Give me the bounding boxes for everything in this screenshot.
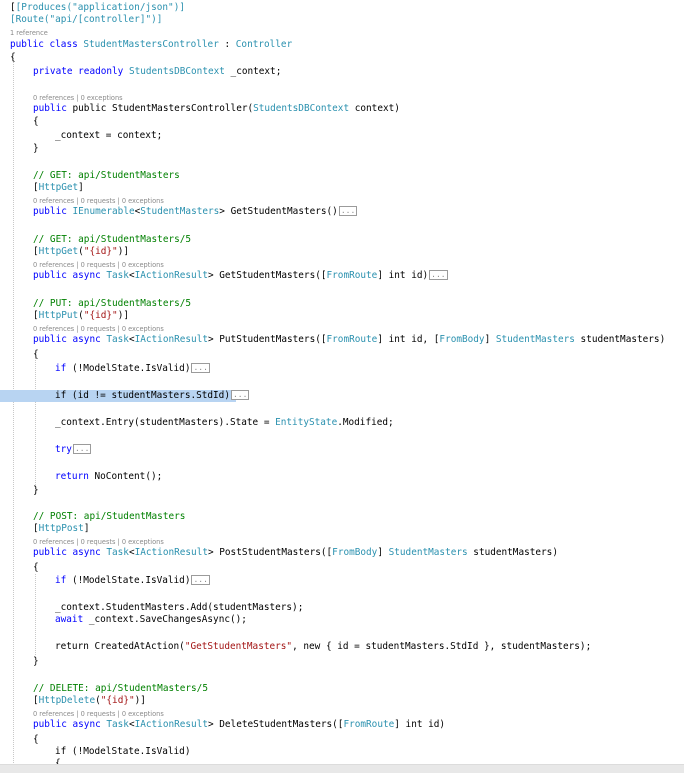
indent-guide xyxy=(13,58,14,765)
indent-guide xyxy=(35,574,36,655)
collapsed-region-button[interactable]: ... xyxy=(191,363,210,373)
route-attribute: [Route("api/[controller]")] xyxy=(10,14,163,25)
collapsed-region-button[interactable]: ... xyxy=(338,206,358,216)
collapsed-region-button[interactable]: ... xyxy=(230,390,250,400)
code-line: _context.Entry(studentMasters).State = E… xyxy=(55,417,394,428)
brace: { xyxy=(33,562,39,573)
produces-attribute: [Produces("application/json")] xyxy=(15,2,185,13)
codelens-references[interactable]: 1 reference xyxy=(10,29,48,37)
attribute: [HttpPost] xyxy=(33,523,90,534)
code-line: if (!ModelState.IsValid)... xyxy=(55,363,210,374)
comment: // GET: api/StudentMasters/5 xyxy=(33,234,192,245)
brace: { xyxy=(10,52,16,63)
brace: { xyxy=(33,349,39,360)
method-declaration: public IEnumerable<StudentMasters> GetSt… xyxy=(33,206,358,217)
codelens[interactable]: 0 references | 0 requests | 0 exceptions xyxy=(33,710,164,718)
code-line: return NoContent(); xyxy=(55,471,163,482)
collapsed-region-button[interactable]: ... xyxy=(72,444,92,454)
method-declaration: public async Task<IActionResult> GetStud… xyxy=(33,270,448,281)
code-line: await _context.SaveChangesAsync(); xyxy=(55,614,247,625)
codelens[interactable]: 0 references | 0 requests | 0 exceptions xyxy=(33,325,164,333)
code-line: _context = context; xyxy=(55,130,163,141)
class-declaration: public class StudentMastersController : … xyxy=(10,39,293,50)
code-line: _context.StudentMasters.Add(studentMaste… xyxy=(55,602,304,613)
attribute: [HttpGet] xyxy=(33,182,84,193)
code-line: if (!ModelState.IsValid)... xyxy=(55,575,210,586)
attribute: [HttpDelete("{id}")] xyxy=(33,695,146,706)
brace: { xyxy=(33,116,39,127)
method-declaration: public async Task<IActionResult> PutStud… xyxy=(33,334,666,345)
indent-guide xyxy=(35,358,36,495)
code-line: return CreatedAtAction("GetStudentMaster… xyxy=(55,641,592,652)
code-editor[interactable]: [[Produces("application/json")] [Route("… xyxy=(0,0,684,765)
horizontal-scrollbar[interactable] xyxy=(0,764,684,773)
method-declaration: public async Task<IActionResult> DeleteS… xyxy=(33,719,446,730)
brace: } xyxy=(33,485,39,496)
code-line: try... xyxy=(55,444,92,455)
method-declaration: public async Task<IActionResult> PostStu… xyxy=(33,547,558,558)
collapsed-region-button[interactable]: ... xyxy=(429,270,448,280)
code-line: [[Produces("application/json")] xyxy=(10,2,185,13)
codelens[interactable]: 0 references | 0 requests | 0 exceptions xyxy=(33,197,164,205)
brace: } xyxy=(33,656,39,667)
code-line: [Route("api/[controller]")] xyxy=(10,14,162,26)
comment: // PUT: api/StudentMasters/5 xyxy=(33,298,192,309)
comment: // GET: api/StudentMasters xyxy=(33,170,180,181)
brace: } xyxy=(33,143,39,154)
collapsed-region-button[interactable]: ... xyxy=(191,575,210,585)
code-line: if (!ModelState.IsValid) xyxy=(55,746,191,757)
comment: // DELETE: api/StudentMasters/5 xyxy=(33,683,208,694)
codelens[interactable]: 0 references | 0 exceptions xyxy=(33,94,123,102)
attribute: [HttpGet("{id}")] xyxy=(33,246,129,257)
attribute: [HttpPut("{id}")] xyxy=(33,310,129,321)
constructor-declaration: public public StudentMastersController(S… xyxy=(33,103,400,114)
codelens[interactable]: 0 references | 0 requests | 0 exceptions xyxy=(33,538,164,546)
comment: // POST: api/StudentMasters xyxy=(33,511,186,522)
brace: { xyxy=(33,734,39,745)
code-line: if (id != studentMasters.StdId)... xyxy=(55,390,250,401)
codelens[interactable]: 0 references | 0 requests | 0 exceptions xyxy=(33,261,164,269)
field-declaration: private readonly StudentsDBContext _cont… xyxy=(33,66,282,77)
